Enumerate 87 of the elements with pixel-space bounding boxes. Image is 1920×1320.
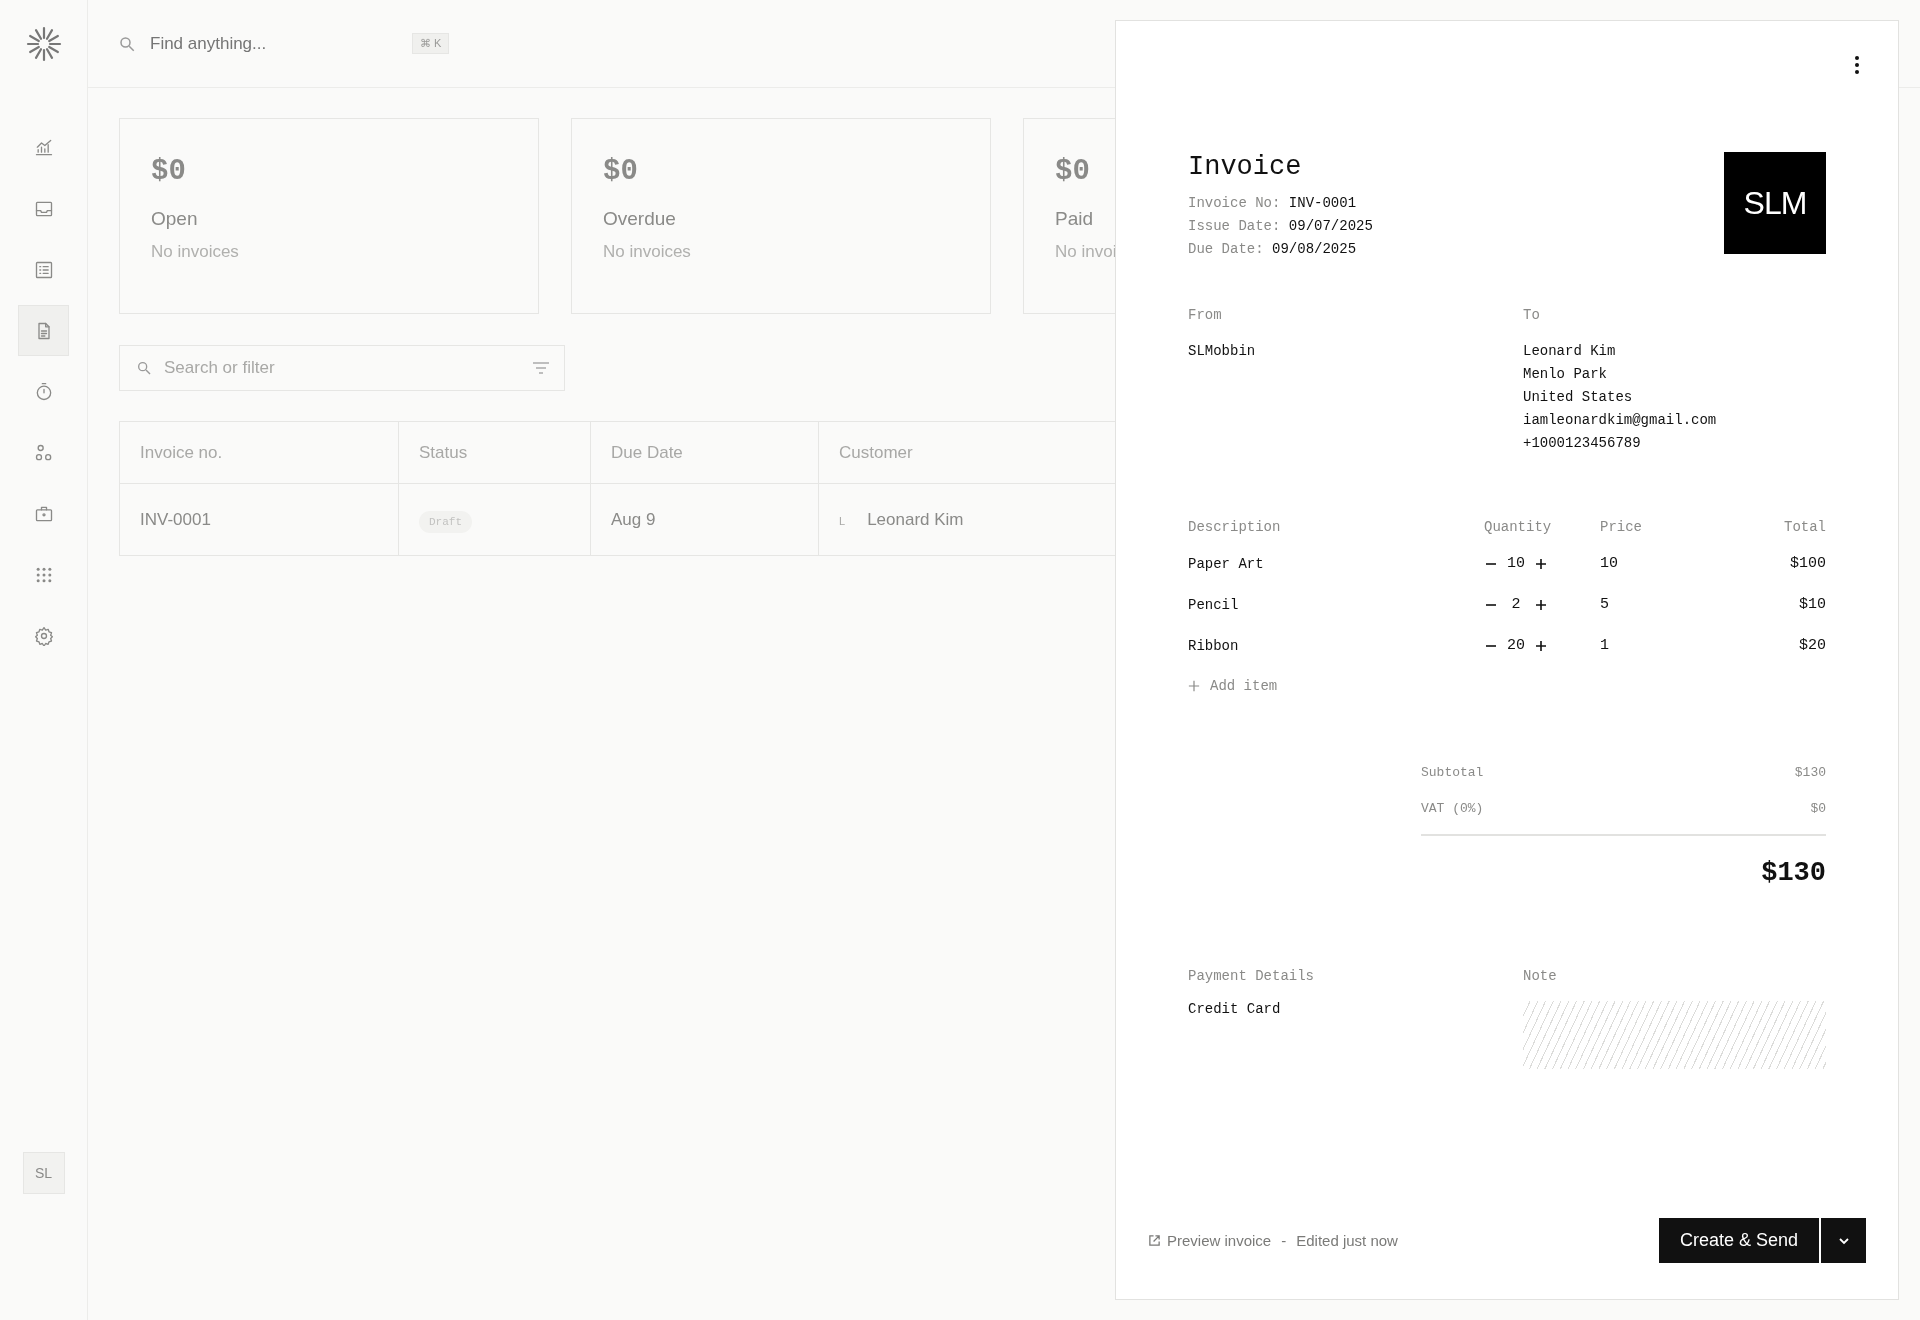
- payment-label: Payment Details: [1188, 968, 1316, 984]
- minus-icon: [1486, 644, 1496, 647]
- item-quantity: 20: [1506, 637, 1526, 654]
- item-description: Pencil: [1188, 596, 1240, 613]
- meta-label: Invoice No:: [1188, 195, 1281, 211]
- column-header: Quantity: [1484, 519, 1553, 535]
- meta-label: Due Date:: [1188, 241, 1264, 257]
- card-amount: $0: [151, 155, 187, 188]
- column-header: Description: [1188, 519, 1282, 535]
- column-header: Price: [1600, 519, 1643, 535]
- sunburst-logo-icon: [25, 26, 62, 62]
- minus-icon: [1486, 603, 1496, 606]
- item-description: Paper Art: [1188, 555, 1265, 572]
- column-header: Due Date: [590, 421, 819, 484]
- add-item-button[interactable]: Add item: [1188, 678, 1278, 694]
- summary-label: Subtotal: [1421, 764, 1484, 780]
- customer-name: Leonard Kim: [867, 509, 964, 529]
- meta-value: INV-0001: [1288, 195, 1357, 211]
- card-amount: $0: [1055, 155, 1091, 188]
- item-quantity: 2: [1510, 596, 1522, 613]
- payment-value: Credit Card: [1188, 1001, 1282, 1017]
- meta-value: 09/08/2025: [1272, 241, 1357, 257]
- minus-icon: [1486, 562, 1496, 565]
- sender-line: SLMobbin: [1188, 342, 1257, 361]
- search-icon: [118, 34, 136, 53]
- plus-icon: [1534, 638, 1548, 653]
- item-quantity: 10: [1506, 555, 1526, 572]
- card-note: No invoi: [1055, 242, 1115, 262]
- card-note: No invoices: [603, 242, 692, 262]
- card-label: Open: [151, 208, 199, 230]
- plus-icon: [1534, 597, 1548, 612]
- recipient-line: Menlo Park: [1523, 365, 1608, 384]
- card-label: Paid: [1055, 208, 1095, 230]
- increase-button[interactable]: [1534, 638, 1548, 653]
- recipient-line: United States: [1523, 388, 1634, 407]
- item-total: $20: [1798, 637, 1826, 654]
- plus-icon: [1534, 556, 1548, 571]
- card-amount: $0: [603, 155, 639, 188]
- kebab-menu-icon: [1854, 55, 1860, 75]
- create-send-button[interactable]: Create & Send: [1658, 1218, 1819, 1263]
- increase-button[interactable]: [1534, 597, 1548, 612]
- list-icon: [33, 259, 54, 280]
- search-icon: [136, 360, 152, 376]
- shortcut-hint: ⌘ K: [412, 33, 450, 54]
- from-label: From: [1188, 307, 1223, 323]
- search-field[interactable]: Find anything...: [148, 32, 392, 55]
- item-description: Ribbon: [1188, 637, 1240, 654]
- column-header: Status: [398, 421, 591, 484]
- separator: -: [1281, 1232, 1287, 1249]
- plus-icon: [1188, 680, 1200, 692]
- item-total: $100: [1789, 555, 1826, 572]
- meta-value: 09/07/2025: [1288, 218, 1373, 234]
- meta-label: Issue Date:: [1188, 218, 1281, 234]
- item-price: 10: [1600, 555, 1619, 572]
- recipient-line: +1000123456789: [1523, 434, 1642, 453]
- user-avatar[interactable]: SL: [22, 1152, 65, 1194]
- settings-icon: [33, 625, 54, 646]
- grand-total: $130: [1760, 858, 1826, 888]
- table-cell: INV-0001: [119, 483, 399, 556]
- chart-icon: [33, 137, 54, 158]
- column-header: Invoice no.: [119, 421, 399, 484]
- recipient-line: Leonard Kim: [1523, 342, 1617, 361]
- column-header: Total: [1783, 519, 1826, 535]
- filter-placeholder: Search or filter: [164, 358, 276, 378]
- item-price: 5: [1600, 596, 1610, 613]
- company-logo: SLM: [1724, 152, 1826, 254]
- sidebar-item[interactable]: [18, 305, 69, 356]
- filter-icon[interactable]: [532, 361, 550, 375]
- external-link-icon: [1148, 1234, 1161, 1247]
- increase-button[interactable]: [1534, 556, 1548, 571]
- summary-value: $130: [1794, 764, 1826, 780]
- edited-status: Edited just now: [1296, 1232, 1398, 1249]
- circles-icon: [33, 442, 54, 463]
- card-label: Overdue: [603, 208, 677, 230]
- summary-value: $0: [1810, 800, 1826, 816]
- preview-link[interactable]: Preview invoice: [1148, 1232, 1272, 1249]
- item-price: 1: [1600, 637, 1610, 654]
- recipient-line: iamleonardkim@gmail.com: [1523, 411, 1718, 430]
- note-label: Note: [1523, 968, 1558, 984]
- summary-label: VAT (0%): [1421, 800, 1484, 816]
- invoice-title: Invoice: [1188, 152, 1303, 182]
- item-total: $10: [1798, 596, 1826, 613]
- customer-initial: L: [839, 514, 846, 527]
- to-label: To: [1523, 307, 1541, 323]
- filter-field[interactable]: Search or filter: [119, 345, 565, 391]
- table-cell: Aug 9: [590, 483, 819, 556]
- card-note: No invoices: [151, 242, 240, 262]
